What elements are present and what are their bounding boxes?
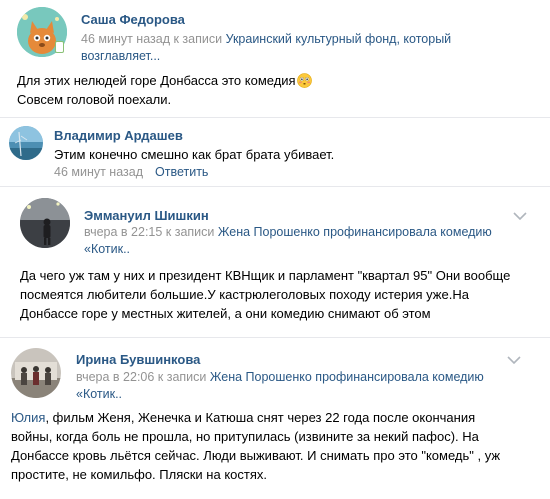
post-link[interactable]: Жена Порошенко профинансировала комедию (210, 370, 484, 384)
post-link-continued[interactable]: возглавляет... (81, 49, 160, 63)
reply-button[interactable]: Ответить (155, 165, 208, 179)
comment-3: Эммануил Шишкин вчера в 22:15 к записи Ж… (0, 187, 550, 337)
chevron-down-icon[interactable] (513, 212, 527, 220)
comment-time[interactable]: вчера в 22:15 к записи (84, 225, 218, 239)
comment-time[interactable]: 46 минут назад (54, 165, 143, 179)
comment-text: Для этих нелюдей горе Донбасса это комед… (17, 71, 537, 109)
avatar[interactable] (20, 198, 70, 248)
mobile-online-icon (55, 41, 64, 53)
group-photo-avatar-icon (11, 348, 61, 398)
comment-time[interactable]: вчера в 22:06 к записи (76, 370, 210, 384)
night-photo-avatar-icon (20, 198, 70, 248)
comment-text-line: войны, когда боль не прошла, но притупил… (11, 429, 479, 444)
comment-author[interactable]: Эммануил Шишкин (84, 208, 209, 223)
post-link-continued[interactable]: «Котик.. (76, 387, 122, 401)
post-link[interactable]: Украинский культурный фонд, который (226, 32, 452, 46)
comment-author[interactable]: Владимир Ардашев (54, 128, 183, 143)
chevron-down-icon[interactable] (507, 356, 521, 364)
mention-link[interactable]: Юлия (11, 410, 45, 425)
landscape-avatar-icon (9, 126, 43, 160)
comment-footer: 46 минут назад Ответить (54, 164, 208, 181)
comment-meta: 46 минут назад к записи Украинский культ… (81, 31, 501, 65)
avatar[interactable] (9, 126, 43, 160)
comment-meta: вчера в 22:06 к записи Жена Порошенко пр… (76, 369, 516, 403)
comment-text-line: простите, не комильфо. Пляски на костях. (11, 467, 267, 482)
comment-author[interactable]: Саша Федорова (81, 12, 185, 27)
comment-text-line: Для этих нелюдей горе Донбасса это комед… (17, 73, 296, 88)
comment-text-line: , фильм Женя, Женечка и Катюша снят чере… (45, 410, 476, 425)
post-link[interactable]: Жена Порошенко профинансировала комедию (218, 225, 492, 239)
avatar[interactable] (11, 348, 61, 398)
comment-1: Саша Федорова 46 минут назад к записи Ук… (0, 0, 550, 125)
comment-text-line: Донбассе горе у местных жителей, а они к… (20, 306, 431, 321)
comment-author[interactable]: Ирина Бувшинкова (76, 352, 200, 367)
comment-text-line: Да чего уж там у них и президент КВНщик … (20, 268, 511, 283)
comment-text: Этим конечно смешно как брат брата убива… (54, 147, 335, 162)
flushed-face-emoji-icon (296, 73, 312, 88)
comment-text-line: Совсем головой поехали. (17, 92, 172, 107)
comment-text-line: Донбассе кровь льётся сейчас. Люди выжив… (11, 448, 501, 463)
comment-text: Да чего уж там у них и президент КВНщик … (20, 266, 545, 323)
comment-time[interactable]: 46 минут назад к записи (81, 32, 226, 46)
comment-text-line: посмеятся любители большие.У кастрюлегол… (20, 287, 469, 302)
post-link-continued[interactable]: «Котик.. (84, 242, 130, 256)
comment-text: Юлия, фильм Женя, Женечка и Катюша снят … (11, 408, 546, 484)
comment-2: Владимир Ардашев Этим конечно смешно как… (0, 118, 550, 186)
comment-4: Ирина Бувшинкова вчера в 22:06 к записи … (0, 338, 550, 499)
comment-meta: вчера в 22:15 к записи Жена Порошенко пр… (84, 224, 514, 258)
